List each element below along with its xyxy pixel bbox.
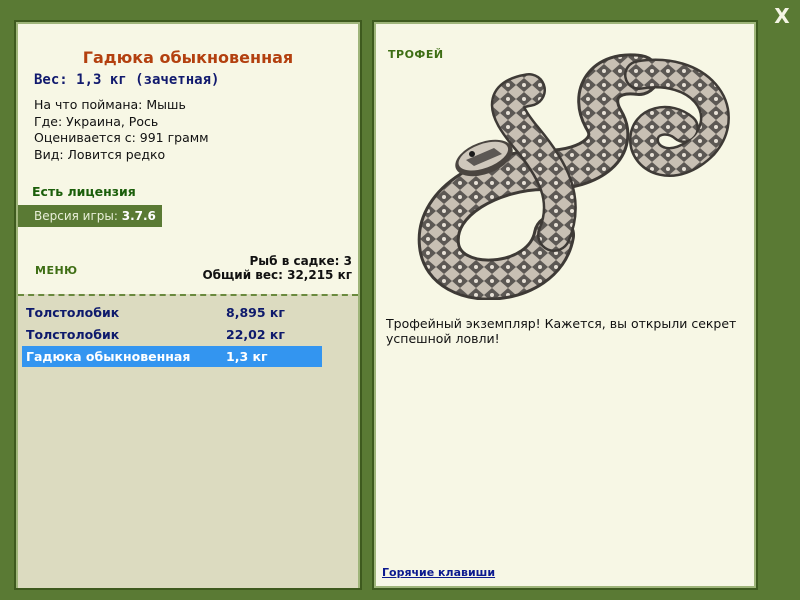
viper-image	[417, 53, 730, 300]
fish-name-title: Гадюка обыкновенная	[82, 48, 294, 67]
catch-weight: 1,3 кг	[226, 349, 268, 364]
rarity-info: Вид: Ловится редко	[34, 146, 166, 162]
trophy-threshold-info: Оценивается с: 991 грамм	[34, 130, 209, 145]
game-version-bar: Версия игры: 3.7.6	[18, 205, 162, 227]
fish-info-panel: Гадюка обыкновенная Вес: 1,3 кг (зачетна…	[14, 20, 362, 590]
cage-total-weight: Общий вес: 32,215 кг	[202, 268, 352, 282]
catch-name: Гадюка обыкновенная	[26, 349, 191, 364]
catch-row[interactable]: Толстолобик 8,895 кг	[22, 302, 322, 323]
fish-details: На что поймана: Мышь Где: Украина, Рось …	[34, 97, 209, 163]
catch-name: Толстолобик	[26, 327, 120, 342]
catch-row[interactable]: Толстолобик 22,02 кг	[22, 324, 322, 345]
close-button[interactable]: X	[770, 4, 794, 28]
trophy-panel: ТРОФЕЙ Трофейный экземпляр! Кажется, вы …	[372, 20, 758, 590]
fish-weight: Вес: 1,3 кг (зачетная)	[34, 72, 220, 88]
catch-list: Толстолобик 8,895 кг Толстолобик 22,02 к…	[18, 294, 358, 588]
license-status: Есть лицензия	[32, 184, 136, 199]
catch-weight: 8,895 кг	[226, 305, 285, 320]
catch-name: Толстолобик	[26, 305, 120, 320]
cage-summary: Рыб в садке: 3 Общий вес: 32,215 кг	[202, 254, 352, 282]
version-label: Версия игры:	[34, 209, 118, 223]
catch-row-selected[interactable]: Гадюка обыкновенная 1,3 кг	[22, 346, 322, 367]
location-info: Где: Украина, Рось	[34, 113, 159, 129]
version-value: 3.7.6	[121, 209, 156, 223]
hotkeys-link[interactable]: Горячие клавиши	[382, 566, 495, 579]
trophy-description: Трофейный экземпляр! Кажется, вы открыли…	[386, 316, 737, 346]
cage-fish-count: Рыб в садке: 3	[249, 254, 353, 268]
bait-info: На что поймана: Мышь	[34, 97, 186, 112]
menu-button[interactable]: МЕНЮ	[35, 264, 78, 277]
catch-weight: 22,02 кг	[226, 327, 285, 342]
